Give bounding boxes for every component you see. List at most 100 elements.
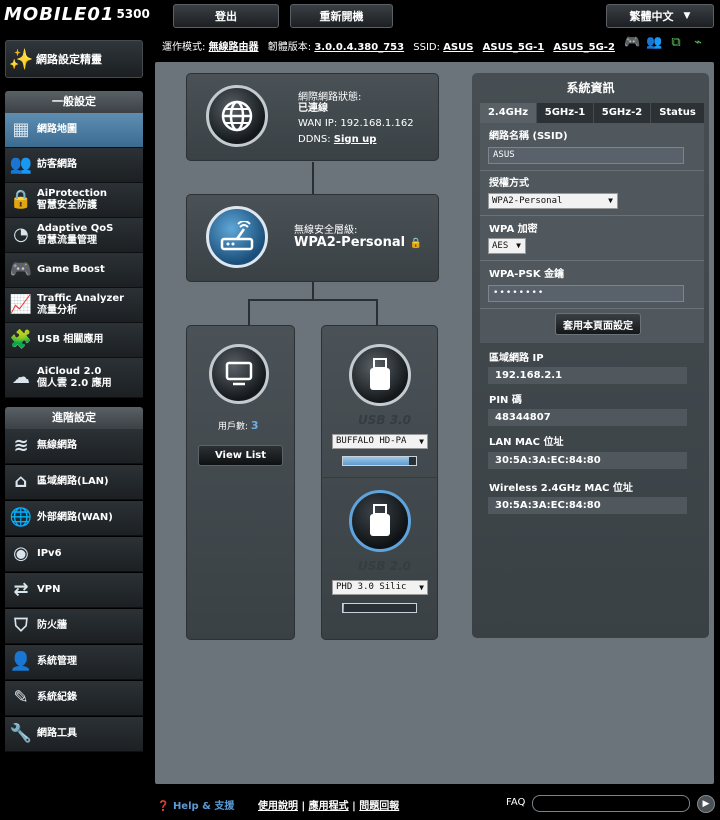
usb1-device-name: BUFFALO HD-PA (336, 436, 407, 446)
sidebar-item-label: 無線網路 (37, 440, 77, 451)
usb1-usage-fill (343, 457, 409, 465)
sidebar-item-tools[interactable]: 🔧 網路工具 (5, 717, 143, 752)
sidebar-item-label: 網路工具 (37, 728, 77, 739)
tab-5ghz-2[interactable]: 5GHz-2 (594, 103, 650, 123)
sidebar-item-vpn[interactable]: ⇄ VPN (5, 573, 143, 608)
faq-search-input[interactable] (532, 795, 690, 812)
label-line2: 流量分析 (37, 305, 77, 316)
manual-link[interactable]: 使用說明 (258, 801, 298, 812)
sidebar-item-aicloud[interactable]: ☁ AiCloud 2.0 個人雲 2.0 應用 (5, 358, 143, 398)
ddns-signup-link[interactable]: Sign up (334, 134, 377, 145)
general-section-title: 一般設定 (5, 91, 143, 113)
ssid-label: SSID: (413, 42, 440, 53)
usb2-usage-fill (343, 604, 345, 612)
usb-drive-icon[interactable] (349, 344, 411, 406)
puzzle-icon: 🧩 (9, 329, 33, 350)
home-icon: ⌂ (14, 471, 28, 492)
tab-5ghz-1[interactable]: 5GHz-1 (537, 103, 593, 123)
clients-card[interactable]: 用戶數: 3 View List (186, 325, 295, 640)
sidebar-item-admin[interactable]: 👤 系統管理 (5, 645, 143, 680)
sidebar-item-label: USB 相關應用 (37, 334, 104, 345)
wpa-encryption-select[interactable]: AES ▼ (488, 238, 526, 254)
language-label: 繁體中文 (629, 10, 674, 23)
auth-method-value: WPA2-Personal (492, 196, 563, 206)
sidebar-item-aiprotection[interactable]: 🔒 AiProtection 智慧安全防護 (5, 183, 143, 218)
sidebar-item-guest-network[interactable]: 👥 訪客網路 (5, 148, 143, 183)
clients-count-row: 用戶數: 3 (218, 419, 259, 432)
usb2-usage-bar (342, 603, 417, 613)
mode-link[interactable]: 無線路由器 (209, 42, 259, 53)
internet-card[interactable]: 網際網路狀態: 已連線 WAN IP: 192.168.1.162 DDNS: … (186, 73, 439, 161)
sidebar-item-label: 系統紀錄 (37, 692, 77, 703)
status-line: 運作模式: 無線路由器 韌體版本: 3.0.0.4.380_753 SSID: … (162, 38, 621, 53)
label-line1: Traffic Analyzer (37, 293, 125, 304)
user-icon[interactable]: 👥 (646, 36, 662, 50)
sidebar-item-network-map[interactable]: ▦ 網路地圖 (5, 113, 143, 148)
router-card[interactable]: 無線安全層級: WPA2-Personal 🔒 (186, 194, 439, 282)
wpa-psk-input[interactable]: •••••••• (488, 285, 684, 302)
search-go-icon[interactable]: ▶ (697, 795, 715, 813)
lan-mac-label: LAN MAC 位址 (489, 437, 564, 448)
usb1-device-select[interactable]: BUFFALO HD-PA ▼ (332, 434, 428, 449)
pin-label: PIN 碼 (489, 395, 522, 406)
logout-button[interactable]: 登出 (173, 4, 279, 28)
globe-icon[interactable] (206, 85, 268, 147)
usb-icon[interactable]: ⌁ (690, 36, 706, 50)
view-list-button[interactable]: View List (198, 445, 283, 466)
utility-link[interactable]: 應用程式 (309, 801, 349, 812)
usb1-usage-bar (342, 456, 417, 466)
network-map-icon: ▦ (12, 119, 30, 140)
ipv6-icon: ◉ (13, 543, 29, 564)
ssid-field-label: 網路名稱 (SSID) (489, 131, 568, 142)
sidebar-item-qos[interactable]: ◔ Adaptive QoS 智慧流量管理 (5, 218, 143, 253)
language-select[interactable]: 繁體中文 ▼ (606, 4, 714, 28)
sidebar-item-lan[interactable]: ⌂ 區域網路(LAN) (5, 465, 143, 500)
ssid-link-5g1[interactable]: ASUS_5G-1 (483, 42, 545, 53)
vpn-icon: ⇄ (13, 579, 29, 600)
mode-label: 運作模式: (162, 42, 206, 53)
chevron-down-icon: ▼ (419, 583, 424, 592)
ssid-input[interactable]: ASUS (488, 147, 684, 164)
tab-2-4ghz[interactable]: 2.4GHz (480, 103, 536, 123)
wireless-security-label: 無線安全層級: (294, 225, 358, 236)
lock-icon: 🔒 (409, 238, 423, 249)
sidebar-item-label: 系統管理 (37, 656, 77, 667)
help-support-link[interactable]: ❓ Help & 支援 (157, 797, 234, 812)
tab-status[interactable]: Status (651, 103, 704, 123)
usb2-device-select[interactable]: PHD 3.0 Silic ▼ (332, 580, 428, 595)
sidebar-item-usb[interactable]: 🧩 USB 相關應用 (5, 323, 143, 358)
wpa-encryption-value: AES (492, 241, 509, 251)
wireless-security-row: WPA2-Personal 🔒 (294, 235, 422, 250)
sidebar-item-syslog[interactable]: ✎ 系統紀錄 (5, 681, 143, 716)
auth-method-select[interactable]: WPA2-Personal ▼ (488, 193, 618, 209)
sidebar-item-ipv6[interactable]: ◉ IPv6 (5, 537, 143, 572)
sidebar-item-wan[interactable]: 🌐 外部網路(WAN) (5, 501, 143, 536)
monitor-icon[interactable] (209, 344, 269, 404)
router-icon[interactable] (206, 206, 268, 268)
sidebar-item-traffic-analyzer[interactable]: 📈 Traffic Analyzer 流量分析 (5, 288, 143, 323)
sidebar-item-label: Traffic Analyzer 流量分析 (37, 293, 124, 317)
sidebar-item-game-boost[interactable]: 🎮 Game Boost (5, 253, 143, 288)
usb-drive-icon[interactable] (349, 490, 411, 552)
logo-text: MOBILE01 (4, 4, 115, 25)
feedback-link[interactable]: 問題回報 (359, 801, 399, 812)
firmware-link[interactable]: 3.0.0.4.380_753 (314, 42, 404, 53)
globe-icon: 🌐 (9, 507, 33, 528)
sidebar-item-wireless[interactable]: ≋ 無線網路 (5, 429, 143, 464)
wifi-icon: ≋ (13, 435, 29, 456)
apply-settings-button[interactable]: 套用本頁面設定 (555, 313, 641, 335)
setup-wizard-button[interactable]: ✨ 網路設定精靈 (5, 40, 143, 78)
wan-ip-value: 192.168.1.162 (340, 118, 414, 129)
reboot-button[interactable]: 重新開機 (290, 4, 393, 28)
footer-links: 使用說明 | 應用程式 | 問題回報 (258, 801, 400, 812)
firmware-label: 韌體版本: (267, 42, 312, 53)
admin-icon: 👤 (9, 651, 33, 672)
ssid-link-5g2[interactable]: ASUS_5G-2 (553, 42, 615, 53)
wizard-label: 網路設定精靈 (36, 53, 102, 66)
network-icon[interactable]: ⧉ (668, 36, 684, 50)
gamepad-icon[interactable]: 🎮 (624, 36, 640, 50)
model-number: 5300 (116, 7, 150, 21)
sidebar-item-firewall[interactable]: ⛉ 防火牆 (5, 609, 143, 644)
usb2-device-name: PHD 3.0 Silic (336, 582, 407, 592)
ssid-link-24g[interactable]: ASUS (443, 42, 473, 53)
